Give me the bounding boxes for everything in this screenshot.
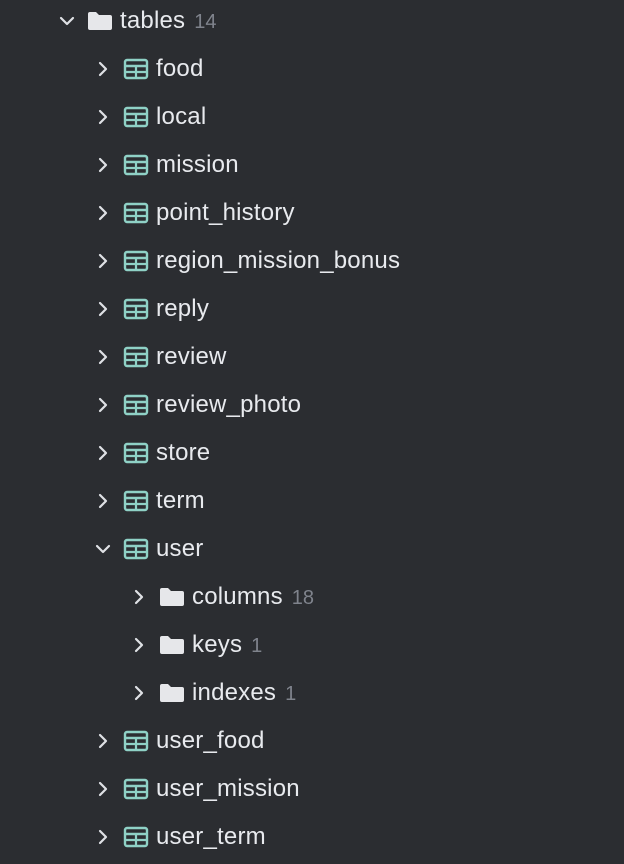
tree-item-indexes[interactable]: indexes 1 xyxy=(0,669,624,717)
tree-item-keys[interactable]: keys 1 xyxy=(0,621,624,669)
tree-item-label: term xyxy=(156,487,205,514)
tree-item-label: region_mission_bonus xyxy=(156,247,401,274)
chevron-right-icon[interactable] xyxy=(91,729,115,753)
chevron-right-icon[interactable] xyxy=(91,825,115,849)
tree-item-reply[interactable]: reply xyxy=(0,285,624,333)
item-count-badge: 14 xyxy=(194,10,217,33)
tree-item-label: user_food xyxy=(156,727,265,754)
tree-item-term[interactable]: term xyxy=(0,477,624,525)
tree-item-label: user xyxy=(156,535,204,562)
item-count-badge: 1 xyxy=(251,634,263,657)
table-icon xyxy=(122,441,150,465)
tree-item-label: mission xyxy=(156,151,239,178)
chevron-right-icon[interactable] xyxy=(91,153,115,177)
folder-icon xyxy=(158,633,186,657)
chevron-down-icon[interactable] xyxy=(91,537,115,561)
chevron-right-icon[interactable] xyxy=(127,585,151,609)
tree-item-mission[interactable]: mission xyxy=(0,141,624,189)
tree-item-label: indexes xyxy=(192,679,277,706)
tree-item-label: review_photo xyxy=(156,391,302,418)
folder-icon xyxy=(86,9,114,33)
tree-item-label: tables xyxy=(120,7,186,34)
tree-item-store[interactable]: store xyxy=(0,429,624,477)
table-icon xyxy=(122,201,150,225)
tree-item-user-mission[interactable]: user_mission xyxy=(0,765,624,813)
table-icon xyxy=(122,393,150,417)
tree-item-label: point_history xyxy=(156,199,295,226)
chevron-right-icon[interactable] xyxy=(91,57,115,81)
tree-item-label: user_mission xyxy=(156,775,300,802)
table-icon xyxy=(122,729,150,753)
tree-item-user-term[interactable]: user_term xyxy=(0,813,624,861)
chevron-right-icon[interactable] xyxy=(91,105,115,129)
table-icon xyxy=(122,345,150,369)
table-icon xyxy=(122,825,150,849)
table-icon xyxy=(122,153,150,177)
tree-item-label: reply xyxy=(156,295,210,322)
item-count-badge: 18 xyxy=(291,586,315,609)
tree-item-food[interactable]: food xyxy=(0,45,624,93)
tree-item-user-food[interactable]: user_food xyxy=(0,717,624,765)
chevron-right-icon[interactable] xyxy=(91,489,115,513)
tree-item-label: store xyxy=(156,439,211,466)
tree-item-tables[interactable]: tables 14 xyxy=(0,0,624,45)
tree-item-columns[interactable]: columns 18 xyxy=(0,573,624,621)
item-count-badge: 1 xyxy=(285,682,297,705)
table-icon xyxy=(122,297,150,321)
tree-item-label: columns xyxy=(192,583,283,610)
chevron-right-icon[interactable] xyxy=(91,297,115,321)
tree-item-region-mission-bonus[interactable]: region_mission_bonus xyxy=(0,237,624,285)
tree-item-review-photo[interactable]: review_photo xyxy=(0,381,624,429)
tree-item-point-history[interactable]: point_history xyxy=(0,189,624,237)
chevron-right-icon[interactable] xyxy=(91,777,115,801)
tree-item-user[interactable]: user xyxy=(0,525,624,573)
tree-item-label: review xyxy=(156,343,227,370)
tree-item-label: keys xyxy=(192,631,243,658)
tree-item-label: user_term xyxy=(156,823,266,850)
chevron-right-icon[interactable] xyxy=(91,345,115,369)
folder-icon xyxy=(158,681,186,705)
chevron-right-icon[interactable] xyxy=(91,393,115,417)
table-icon xyxy=(122,249,150,273)
chevron-right-icon[interactable] xyxy=(91,201,115,225)
tree-item-review[interactable]: review xyxy=(0,333,624,381)
chevron-right-icon[interactable] xyxy=(91,441,115,465)
table-icon xyxy=(122,777,150,801)
table-icon xyxy=(122,57,150,81)
tree-item-label: food xyxy=(156,55,204,82)
table-icon xyxy=(122,489,150,513)
table-icon xyxy=(122,537,150,561)
chevron-right-icon[interactable] xyxy=(127,681,151,705)
table-icon xyxy=(122,105,150,129)
tree-item-local[interactable]: local xyxy=(0,93,624,141)
chevron-down-icon[interactable] xyxy=(55,9,79,33)
folder-icon xyxy=(158,585,186,609)
tree-item-label: local xyxy=(156,103,207,130)
chevron-right-icon[interactable] xyxy=(127,633,151,657)
chevron-right-icon[interactable] xyxy=(91,249,115,273)
database-tree: tables 14 food local mission point_historyreg… xyxy=(0,0,624,864)
